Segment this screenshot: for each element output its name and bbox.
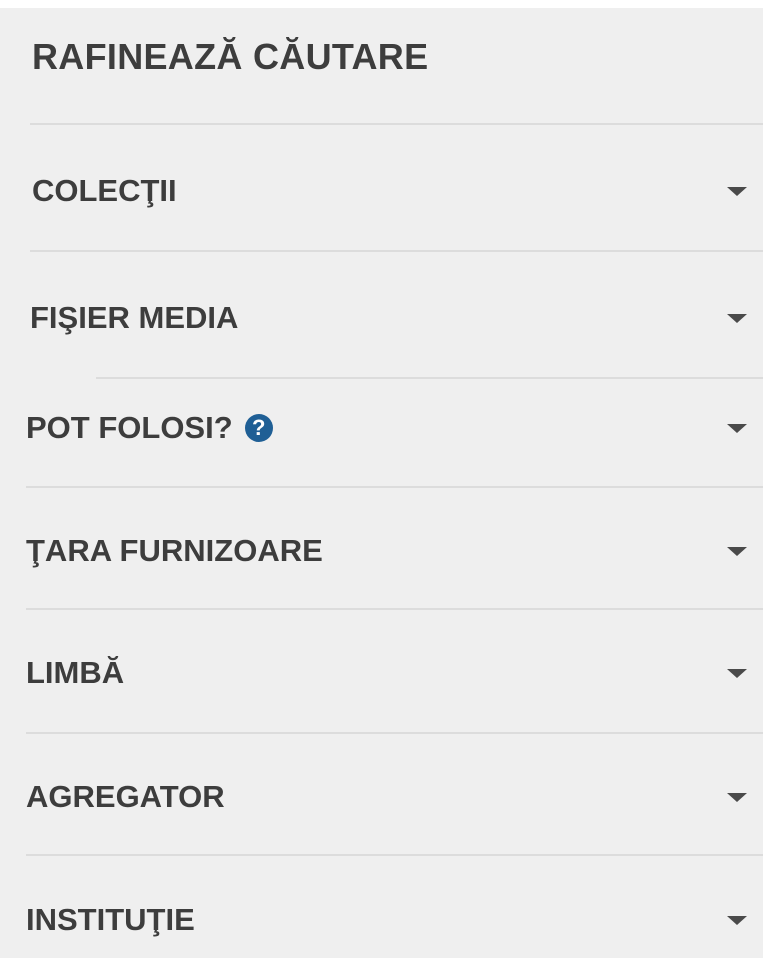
facet-pot-folosi[interactable]: POT FOLOSI? ?	[0, 388, 763, 468]
facet-fisier-media[interactable]: FIŞIER MEDIA	[0, 278, 763, 358]
facet-tara-furnizoare-label: ŢARA FURNIZOARE	[26, 533, 323, 568]
facet-pot-folosi-label: POT FOLOSI?	[26, 410, 233, 445]
divider	[30, 123, 763, 125]
divider	[26, 732, 763, 734]
caret-down-icon	[727, 547, 747, 556]
divider	[30, 250, 763, 252]
caret-down-icon	[727, 916, 747, 925]
facet-limba[interactable]: LIMBĂ	[0, 633, 763, 713]
divider	[26, 854, 763, 856]
refine-search-heading: RAFINEAZĂ CĂUTARE	[32, 36, 429, 77]
caret-down-icon	[727, 793, 747, 802]
facet-limba-label: LIMBĂ	[26, 655, 125, 690]
divider	[26, 486, 763, 488]
caret-down-icon	[727, 424, 747, 433]
caret-down-icon	[727, 314, 747, 323]
facet-fisier-media-label: FIŞIER MEDIA	[30, 300, 239, 335]
facet-agregator-label: AGREGATOR	[26, 779, 225, 814]
question-circle-icon[interactable]: ?	[244, 414, 273, 442]
facet-colectii-label: COLECŢII	[32, 173, 177, 208]
divider	[96, 377, 763, 379]
refine-search-panel: RAFINEAZĂ CĂUTARE COLECŢII FIŞIER MEDIA …	[0, 8, 763, 958]
facet-colectii[interactable]: COLECŢII	[0, 151, 763, 231]
caret-down-icon	[727, 187, 747, 196]
facet-agregator[interactable]: AGREGATOR	[0, 757, 763, 837]
facet-institutie-label: INSTITUŢIE	[26, 902, 195, 937]
facet-institutie[interactable]: INSTITUŢIE	[0, 880, 763, 960]
facet-tara-furnizoare[interactable]: ŢARA FURNIZOARE	[0, 511, 763, 591]
divider	[26, 608, 763, 610]
caret-down-icon	[727, 669, 747, 678]
